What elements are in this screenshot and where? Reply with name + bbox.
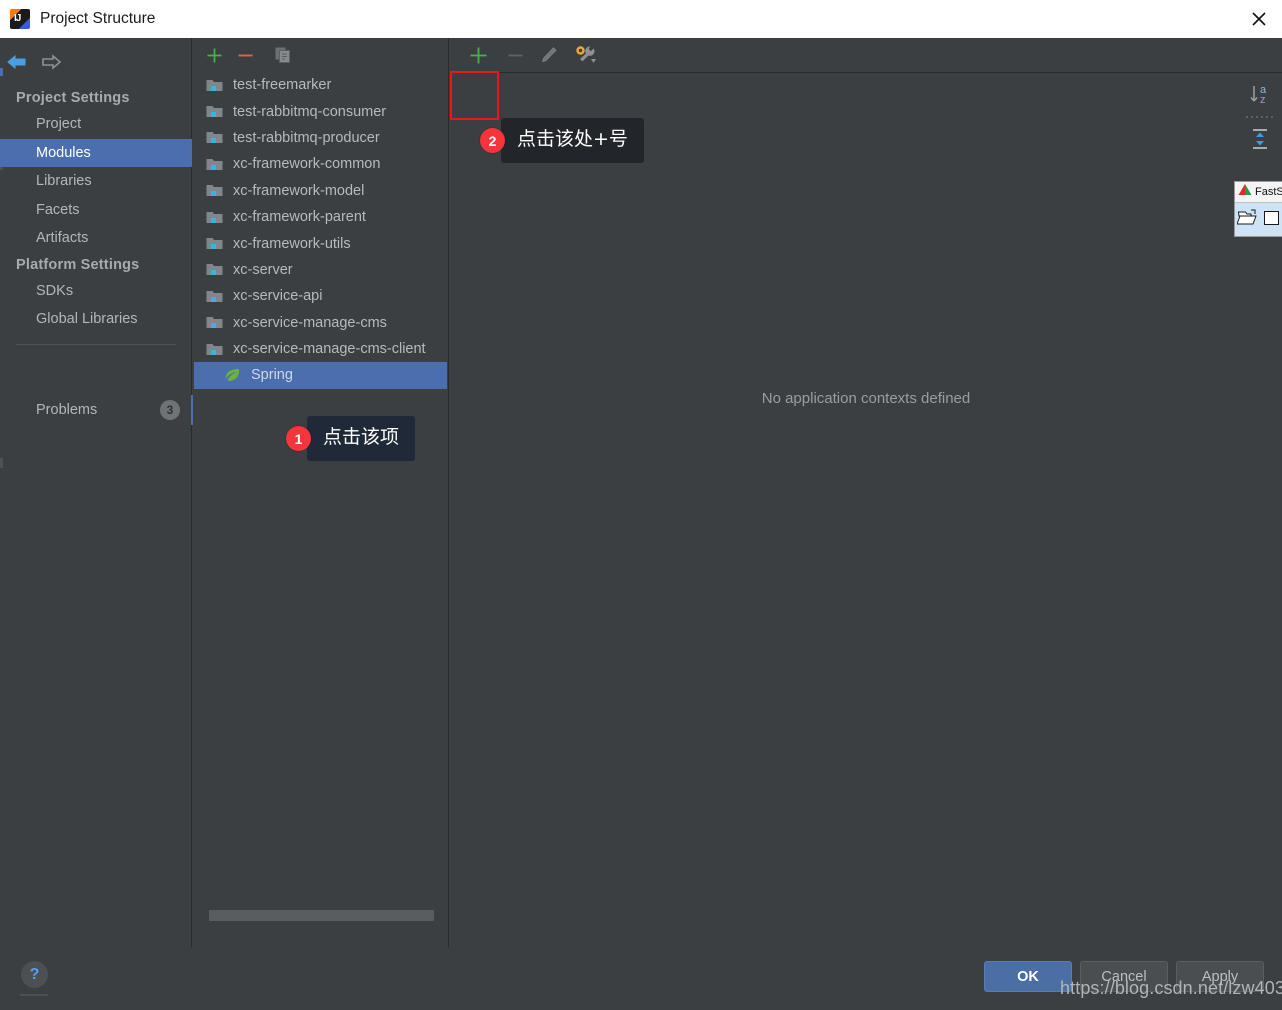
problems-count-badge: 3 xyxy=(160,400,180,420)
faststone-app-name: FastS xyxy=(1255,186,1282,198)
title-bar: IJ Project Structure xyxy=(0,0,1282,38)
module-folder-icon xyxy=(206,156,228,172)
plus-icon[interactable] xyxy=(199,40,230,70)
empty-state-message: No application contexts defined xyxy=(761,389,971,407)
close-icon[interactable] xyxy=(1236,0,1282,38)
list-item-label: Spring xyxy=(251,367,293,384)
svg-text:z: z xyxy=(1260,94,1266,106)
ok-button[interactable]: OK xyxy=(984,961,1072,992)
modules-toolbar xyxy=(193,38,455,72)
settings-sidebar: Project Settings Project Modules Librari… xyxy=(0,38,194,948)
list-item-label: test-rabbitmq-producer xyxy=(233,129,380,146)
nav-group-heading: Project Settings xyxy=(16,90,130,106)
detail-panel: No application contexts defined a z Fast… xyxy=(450,38,1282,948)
module-folder-icon xyxy=(206,236,228,252)
sidebar-item-facets[interactable]: Facets xyxy=(0,196,192,225)
sidebar-item-problems[interactable]: Problems 3 xyxy=(0,396,192,424)
minus-icon[interactable] xyxy=(230,40,261,70)
list-item-label: xc-server xyxy=(233,261,293,278)
arrow-right-icon[interactable] xyxy=(34,47,68,77)
nav-group-project-settings: Project Settings Project Modules Librari… xyxy=(0,86,192,345)
sidebar-divider xyxy=(16,343,176,345)
sidebar-edge-mark-3 xyxy=(0,458,3,468)
list-item[interactable]: xc-server xyxy=(194,257,447,283)
list-item-label: xc-service-manage-cms xyxy=(233,314,387,331)
spring-leaf-icon xyxy=(224,367,246,383)
sidebar-item-sdks[interactable]: SDKs xyxy=(0,277,192,306)
nav-history-controls xyxy=(0,46,192,78)
sidebar-item-artifacts[interactable]: Artifacts xyxy=(0,224,192,253)
faststone-titlebar: FastS xyxy=(1235,182,1282,202)
list-item[interactable]: xc-framework-model xyxy=(194,178,447,204)
sidebar-item-problems-label: Problems xyxy=(36,402,98,418)
capture-window-icon[interactable] xyxy=(1262,208,1280,233)
module-folder-icon xyxy=(206,104,228,120)
list-item-label: test-freemarker xyxy=(233,77,332,94)
sidebar-item-project[interactable]: Project xyxy=(0,110,192,139)
sidebar-edge-mark-1 xyxy=(0,68,3,76)
list-item-label: xc-service-api xyxy=(233,288,323,305)
list-item-label: xc-framework-utils xyxy=(233,235,351,252)
arrow-left-icon[interactable] xyxy=(0,47,34,77)
list-item-label: xc-framework-common xyxy=(233,156,381,173)
module-folder-icon xyxy=(206,341,228,357)
annotation-text: 点击该项 xyxy=(298,416,416,461)
sidebar-item-libraries[interactable]: Libraries xyxy=(0,167,192,196)
module-folder-icon xyxy=(206,130,228,146)
faststone-mountain-icon xyxy=(1238,183,1253,201)
module-folder-icon xyxy=(206,209,228,225)
list-item[interactable]: test-freemarker xyxy=(194,72,447,98)
list-item-label: xc-framework-model xyxy=(233,182,365,199)
module-folder-icon xyxy=(206,288,228,304)
list-item[interactable]: xc-framework-parent xyxy=(194,204,447,230)
modules-panel: test-freemarker test-rabbitmq-consumer t… xyxy=(193,38,449,948)
list-item[interactable]: test-rabbitmq-producer xyxy=(194,125,447,151)
help-button[interactable]: ? xyxy=(21,961,48,988)
list-item[interactable]: xc-framework-utils xyxy=(194,230,447,256)
open-folder-icon[interactable] xyxy=(1236,208,1259,233)
list-item[interactable]: xc-service-manage-cms-client xyxy=(194,336,447,362)
faststone-toolbar xyxy=(1235,202,1282,236)
annotation-badge: 1 xyxy=(286,426,311,451)
detail-side-toolbar: a z xyxy=(1238,78,1282,156)
modules-hscrollbar[interactable] xyxy=(195,909,447,923)
list-item-label: xc-framework-parent xyxy=(233,209,366,226)
intellij-logo-icon: IJ xyxy=(10,9,30,29)
dialog-body: Project Settings Project Modules Librari… xyxy=(0,38,1282,948)
watermark: https://blog.csdn.net/lzw4035 xyxy=(1060,978,1282,998)
copy-icon[interactable] xyxy=(267,40,298,70)
list-item[interactable]: xc-framework-common xyxy=(194,151,447,177)
sort-alpha-az-icon[interactable]: a z xyxy=(1238,78,1282,112)
module-folder-icon xyxy=(206,183,228,199)
module-folder-icon xyxy=(206,315,228,331)
intellij-logo-text: IJ xyxy=(14,13,21,24)
annotation-2: 2 点击该处+号 xyxy=(480,118,644,163)
annotation-1: 1 点击该项 xyxy=(286,416,416,461)
list-item-label: test-rabbitmq-consumer xyxy=(233,103,387,120)
list-item[interactable]: test-rabbitmq-consumer xyxy=(194,98,447,124)
module-folder-icon xyxy=(206,77,228,93)
list-item[interactable]: xc-service-api xyxy=(194,283,447,309)
module-folder-icon xyxy=(206,262,228,278)
list-item[interactable]: xc-service-manage-cms xyxy=(194,310,447,336)
faststone-capture-window[interactable]: FastS xyxy=(1234,181,1282,237)
help-button-underline xyxy=(20,994,48,996)
annotation-text: 点击该处+号 xyxy=(493,118,644,163)
annotation-badge: 2 xyxy=(480,128,505,153)
list-item-spring[interactable]: Spring xyxy=(194,362,447,389)
window-title: Project Structure xyxy=(40,10,156,27)
modules-hscrollbar-thumb[interactable] xyxy=(209,910,434,921)
modules-list[interactable]: test-freemarker test-rabbitmq-consumer t… xyxy=(194,72,447,930)
sidebar-item-modules[interactable]: Modules xyxy=(0,138,192,167)
expand-collapse-icon[interactable] xyxy=(1238,122,1282,156)
sidebar-item-global-libraries[interactable]: Global Libraries xyxy=(0,305,192,334)
list-item-label: xc-service-manage-cms-client xyxy=(233,341,426,358)
nav-group-heading-platform: Platform Settings xyxy=(16,256,140,273)
toolbar-dot-divider xyxy=(1245,114,1275,120)
